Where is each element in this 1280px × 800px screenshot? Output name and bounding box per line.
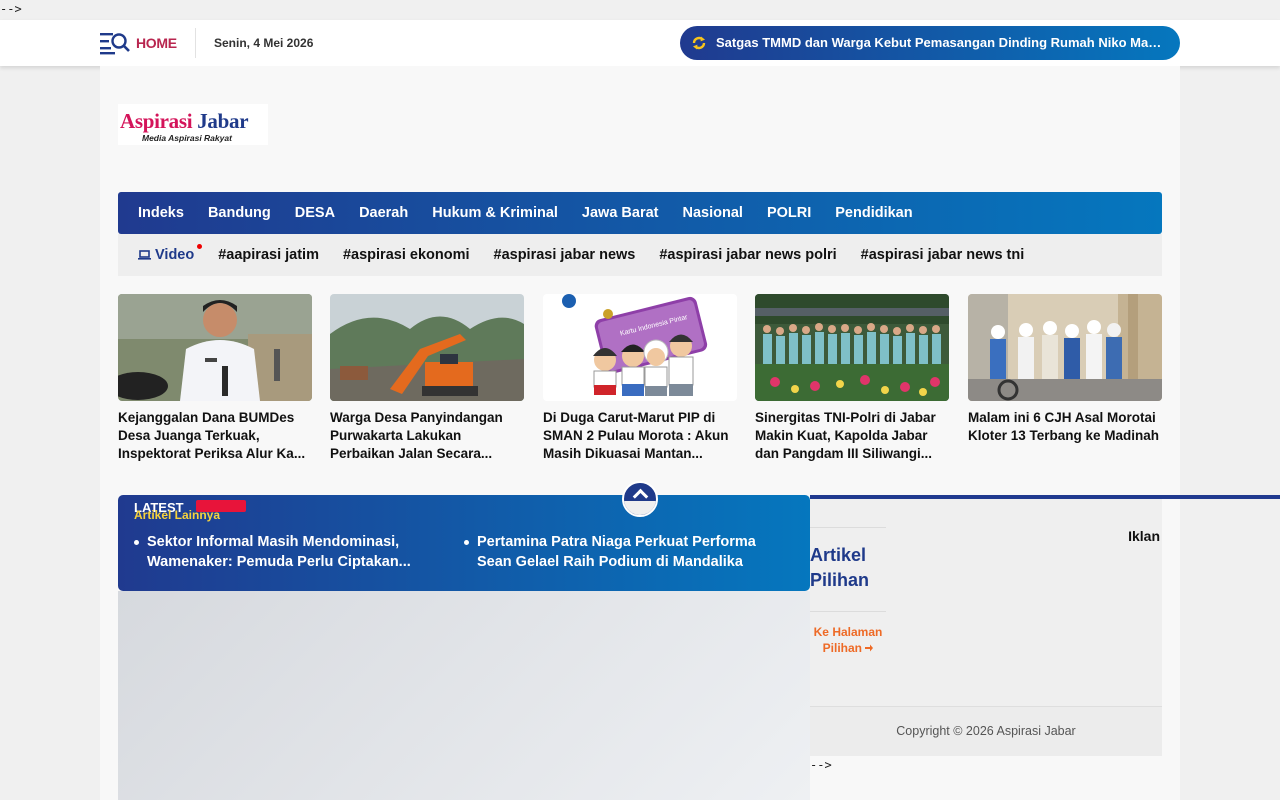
news-title[interactable]: Sinergitas TNI-Polri di Jabar Makin Kuat… (755, 409, 949, 463)
latest-item[interactable]: Sektor Informal Masih Mendominasi, Wamen… (134, 532, 434, 572)
nav-item-polri[interactable]: POLRI (767, 205, 811, 221)
tag-link[interactable]: #aspirasi jabar news polri (659, 247, 836, 263)
tag-link[interactable]: #aspirasi jabar news tni (861, 247, 1025, 263)
featured-image-placeholder (118, 591, 810, 800)
site-logo[interactable]: Aspirasi Jabar Media Aspirasi Rakyat (118, 104, 268, 145)
top-bar: HOME Senin, 4 Mei 2026 Satgas TMMD dan W… (0, 20, 1280, 66)
divider (810, 527, 886, 528)
laptop-icon (138, 250, 151, 260)
scroll-up-button[interactable] (622, 481, 658, 517)
divider (195, 28, 196, 58)
latest-news-panel: LATEST Artikel Lainnya Sektor Informal M… (118, 495, 810, 591)
news-card[interactable]: Kejanggalan Dana BUMDes Desa Juanga Terk… (118, 294, 312, 463)
home-link[interactable]: HOME (136, 35, 177, 51)
chevron-up-icon (632, 488, 649, 505)
iklan-label: Iklan (1128, 528, 1160, 544)
news-thumbnail[interactable] (968, 294, 1162, 401)
refresh-icon (692, 36, 706, 50)
video-link[interactable]: Video (138, 244, 203, 263)
tag-link[interactable]: #aspirasi ekonomi (343, 247, 470, 263)
nav-item-daerah[interactable]: Daerah (359, 205, 408, 221)
arrow-right-icon (865, 644, 874, 652)
nav-item-desa[interactable]: DESA (295, 205, 335, 221)
menu-search-icon[interactable] (100, 31, 130, 55)
latest-item[interactable]: Pertamina Patra Niaga Perkuat Performa S… (464, 532, 764, 572)
ke-halaman-pilihan-link[interactable]: Ke Halaman Pilihan (810, 624, 886, 656)
nav-item-indeks[interactable]: Indeks (138, 205, 184, 221)
news-card[interactable]: Malam ini 6 CJH Asal Morotai Kloter 13 T… (968, 294, 1162, 463)
news-thumbnail[interactable] (330, 294, 524, 401)
news-thumbnail[interactable] (118, 294, 312, 401)
news-title[interactable]: Malam ini 6 CJH Asal Morotai Kloter 13 T… (968, 409, 1162, 463)
nav-item-hukum-kriminal[interactable]: Hukum & Kriminal (432, 205, 558, 221)
live-dot (197, 244, 203, 249)
current-date: Senin, 4 Mei 2026 (214, 36, 314, 50)
artikel-pilihan-heading: Artikel Pilihan (810, 545, 870, 590)
tag-navigation: Video #aapirasi jatim #aspirasi ekonomi … (118, 234, 1162, 276)
nav-item-nasional[interactable]: Nasional (683, 205, 743, 221)
stray-comment-text: --> (0, 2, 22, 16)
divider (810, 611, 886, 612)
stray-comment-text: --> (810, 758, 832, 772)
news-thumbnail[interactable] (755, 294, 949, 401)
copyright-text: Copyright © 2026 Aspirasi Jabar (896, 724, 1076, 738)
news-card[interactable]: Kartu Indonesia Pintar Di Duga Carut-Mar… (543, 294, 737, 463)
nav-item-pendidikan[interactable]: Pendidikan (835, 205, 912, 221)
latest-label: Artikel Lainnya (134, 508, 221, 522)
news-title[interactable]: Di Duga Carut-Marut PIP di SMAN 2 Pulau … (543, 409, 737, 463)
news-thumbnail[interactable]: Kartu Indonesia Pintar (543, 294, 737, 401)
news-title[interactable]: Warga Desa Panyindangan Purwakarta Lakuk… (330, 409, 524, 463)
news-card[interactable]: Sinergitas TNI-Polri di Jabar Makin Kuat… (755, 294, 949, 463)
news-card[interactable]: Warga Desa Panyindangan Purwakarta Lakuk… (330, 294, 524, 463)
breaking-news-ticker[interactable]: Satgas TMMD dan Warga Kebut Pemasangan D… (680, 26, 1180, 60)
ticker-headline[interactable]: Satgas TMMD dan Warga Kebut Pemasangan D… (716, 35, 1164, 50)
news-title[interactable]: Kejanggalan Dana BUMDes Desa Juanga Terk… (118, 409, 312, 463)
main-navigation: Indeks Bandung DESA Daerah Hukum & Krimi… (118, 192, 1162, 234)
tag-link[interactable]: #aspirasi jabar news (494, 247, 636, 263)
nav-item-bandung[interactable]: Bandung (208, 205, 271, 221)
nav-item-jawa-barat[interactable]: Jawa Barat (582, 205, 659, 221)
logo-tagline: Media Aspirasi Rakyat (142, 133, 232, 143)
logo-text: Aspirasi Jabar (120, 109, 249, 133)
footer: Copyright © 2026 Aspirasi Jabar (810, 706, 1162, 756)
tag-link[interactable]: #aapirasi jatim (218, 247, 319, 263)
video-label: Video (155, 247, 195, 263)
